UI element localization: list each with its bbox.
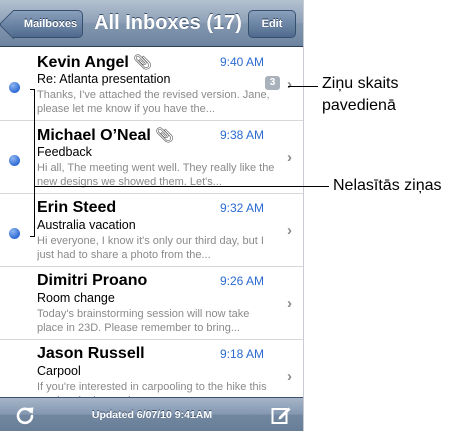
paperclip-icon: 📎︎ (132, 54, 152, 71)
unread-bracket-vertical (34, 89, 35, 237)
mail-screen: Mailboxes All Inboxes (17) Edit Kevin An… (0, 0, 304, 431)
chevron-right-icon: › (287, 222, 292, 239)
unread-dot-icon (9, 155, 20, 166)
refresh-icon[interactable] (14, 404, 36, 426)
unread-callout-label: Nelasītās ziņas (333, 177, 442, 194)
message-time: 9:40 AM (219, 55, 264, 69)
message-sender: Dimitri Proano (37, 272, 148, 289)
page-title: All Inboxes (17) (94, 12, 242, 34)
unread-dot-icon (9, 82, 20, 93)
message-time: 9:38 AM (219, 128, 264, 142)
chevron-right-icon: › (287, 149, 292, 166)
message-row-dimitri-proano[interactable]: Dimitri Proano 9:26 AM Room change Today… (0, 267, 303, 340)
message-preview: Thanks, I've attached the revised versio… (37, 89, 270, 115)
message-time: 9:26 AM (219, 274, 264, 288)
message-list: Kevin Angel 📎︎ 9:40 AM Re: Atlanta presen… (0, 48, 303, 413)
unread-dot-icon (9, 228, 20, 239)
message-row-kevin-angel[interactable]: Kevin Angel 📎︎ 9:40 AM Re: Atlanta presen… (0, 48, 303, 121)
message-preview: Hi all, The meeting went well. They real… (37, 162, 275, 188)
message-sender: Jason Russell (37, 345, 145, 362)
message-time: 9:32 AM (219, 201, 264, 215)
chevron-right-icon: › (287, 76, 292, 93)
compose-icon[interactable] (270, 404, 292, 426)
message-preview: Today's brainstorming session will now t… (37, 308, 250, 334)
unread-callout-line (35, 186, 329, 187)
unread-bracket-bottom (30, 236, 35, 237)
message-subject: Room change (37, 291, 115, 305)
thread-count-badge: 3 (265, 76, 280, 90)
update-status-text: Updated 6/07/10 9:41AM (91, 409, 213, 421)
message-subject: Re: Atlanta presentation (37, 72, 171, 86)
message-time: 9:18 AM (219, 347, 264, 361)
edit-button[interactable]: Edit (248, 10, 296, 38)
thread-count-callout-line (288, 86, 318, 87)
message-preview: Hi everyone, I know it's only our third … (37, 235, 264, 261)
thread-count-callout-line2: pavedienā (322, 97, 396, 114)
message-subject: Carpool (37, 364, 81, 378)
message-row-michael-oneal[interactable]: Michael O’Neal 📎︎ 9:38 AM Feedback Hi all… (0, 121, 303, 194)
thread-count-callout-line1: Ziņu skaits (322, 75, 399, 92)
message-row-erin-steed[interactable]: Erin Steed 9:32 AM Australia vacation Hi… (0, 194, 303, 267)
bottom-toolbar: Updated 6/07/10 9:41AM (0, 397, 303, 431)
paperclip-icon: 📎︎ (154, 127, 174, 144)
message-sender: Erin Steed (37, 199, 117, 216)
message-sender: Kevin Angel 📎︎ (37, 54, 152, 71)
navigation-bar: Mailboxes All Inboxes (17) Edit (0, 0, 303, 47)
chevron-right-icon: › (287, 368, 292, 385)
unread-bracket-top (30, 89, 35, 90)
message-subject: Australia vacation (37, 218, 136, 232)
message-sender: Michael O’Neal 📎︎ (37, 127, 174, 144)
message-subject: Feedback (37, 145, 92, 159)
mailboxes-back-button[interactable]: Mailboxes (13, 10, 83, 38)
chevron-right-icon: › (287, 295, 292, 312)
